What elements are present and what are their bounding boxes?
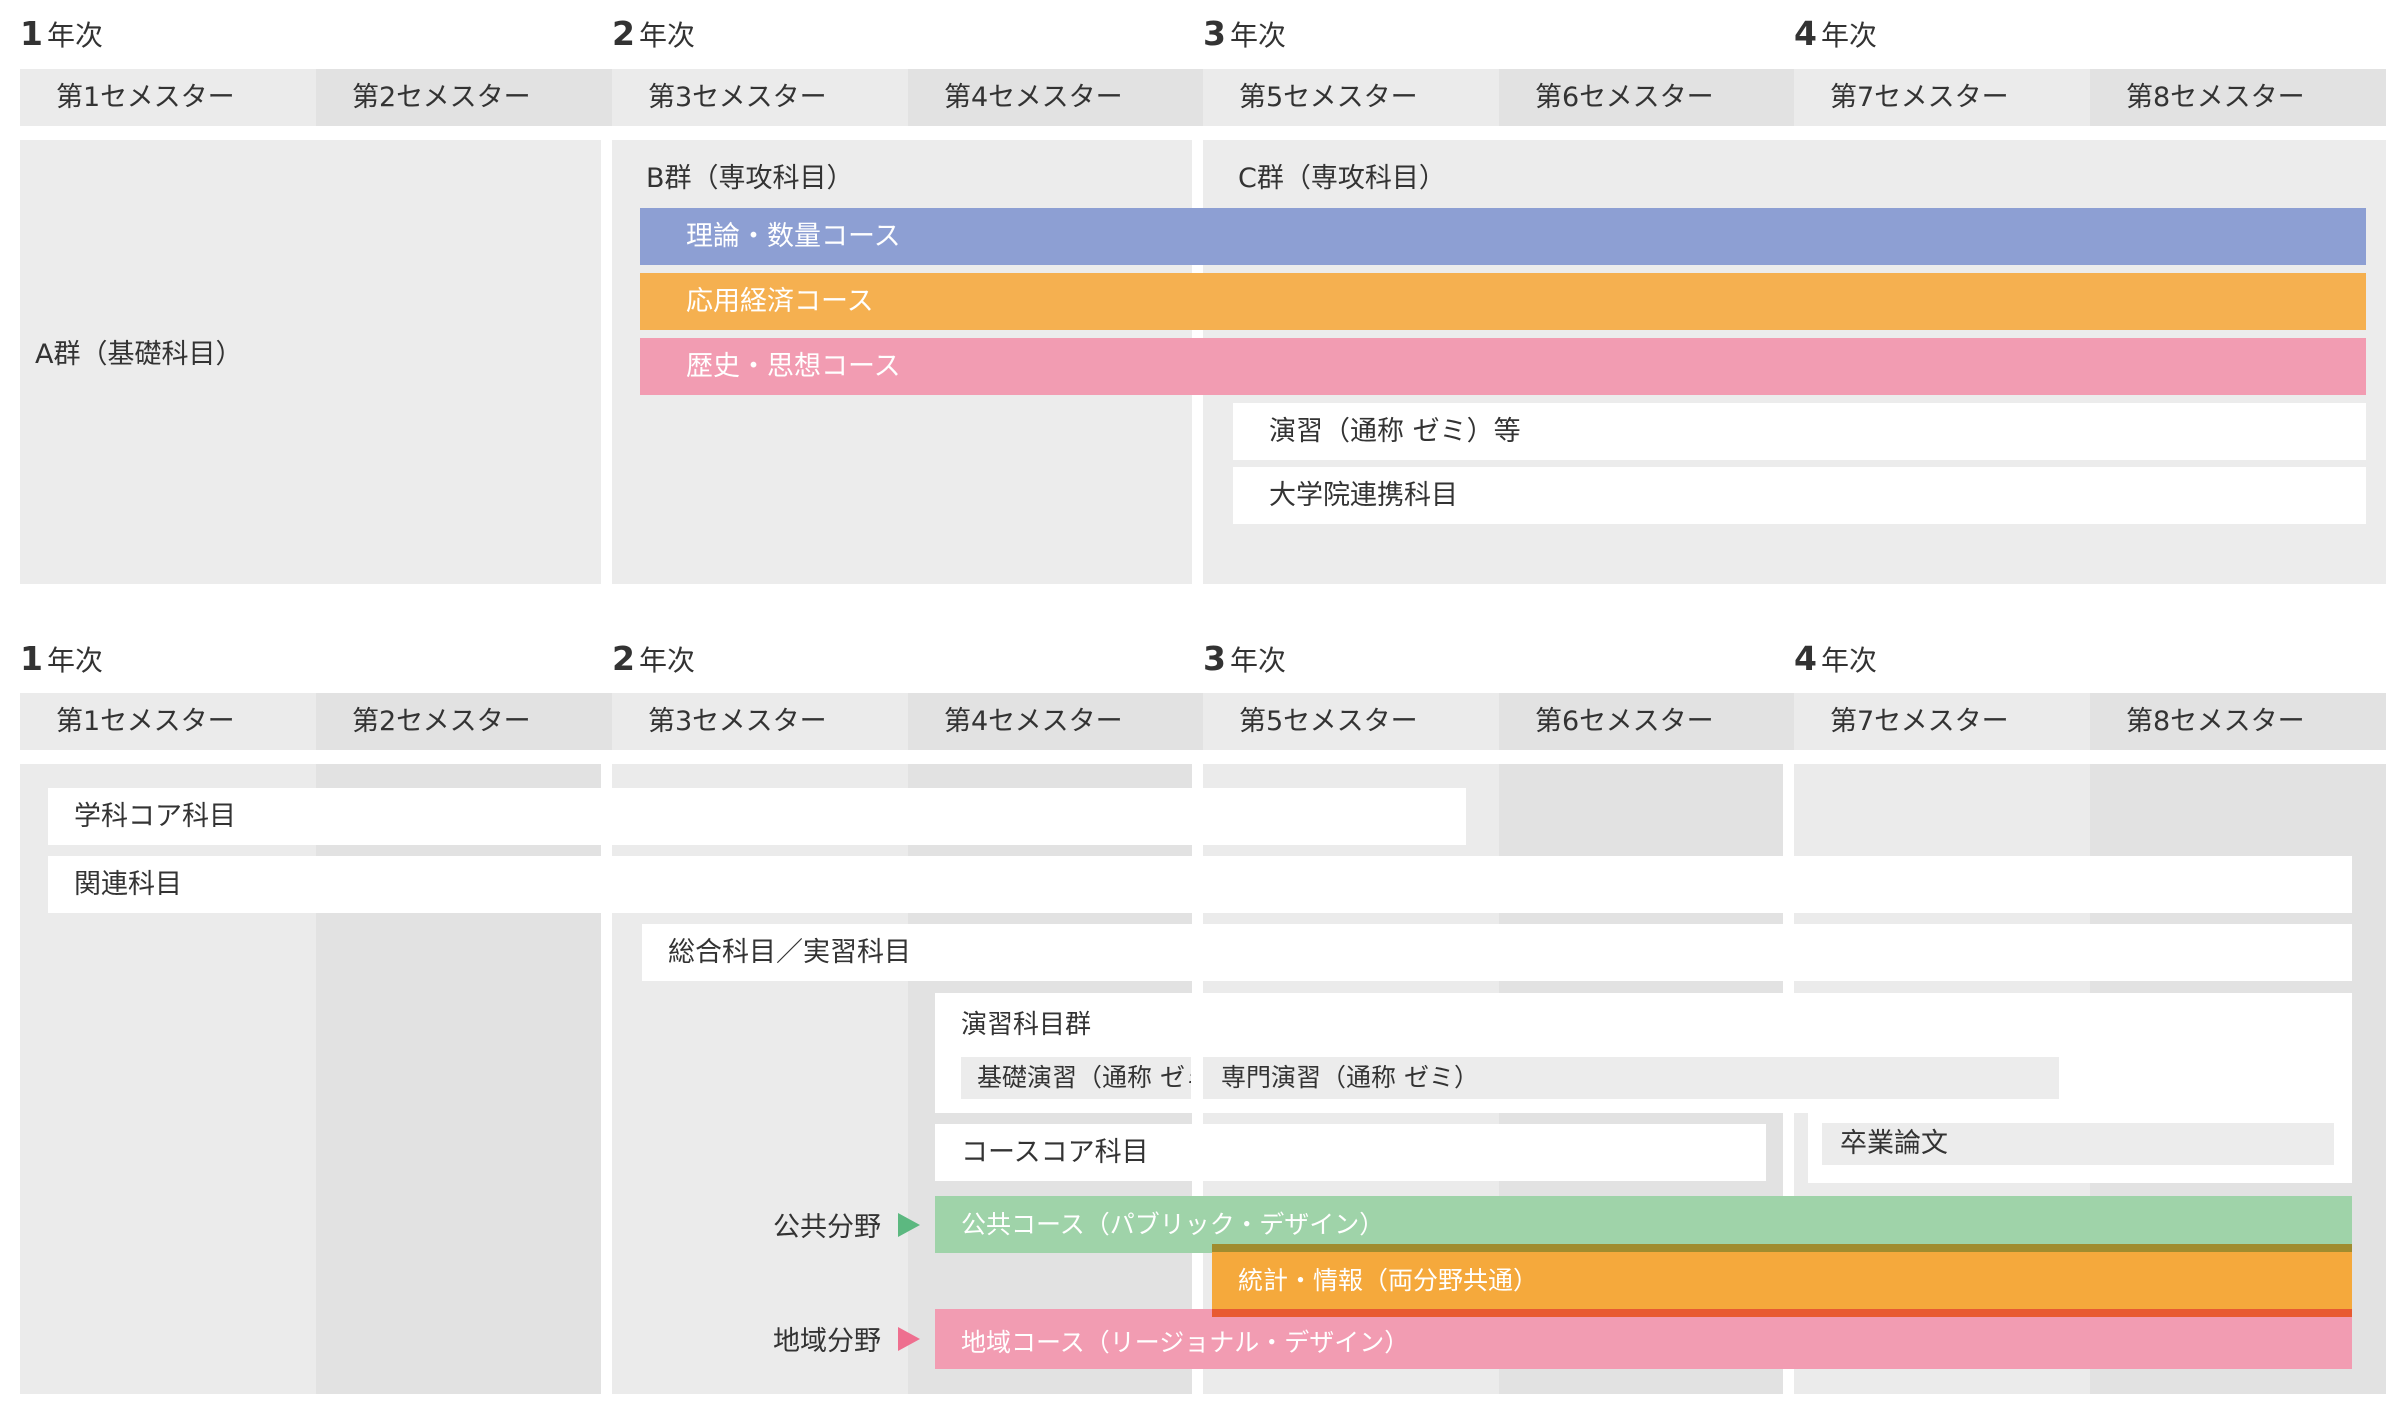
- seminar-group-label: 演習科目群: [961, 1010, 1092, 1040]
- regional-field-label: 地域分野: [773, 1326, 881, 1357]
- special-seminar-box: 専門演習（通称 ゼミ）: [1203, 1057, 2059, 1099]
- year-1-header-2: 1 年次: [20, 639, 103, 678]
- semester-6-header: 第6セメスター: [1499, 69, 1794, 126]
- thesis-box: 卒業論文: [1822, 1123, 2334, 1165]
- course-applied-bar: 応用経済コース: [640, 273, 2366, 330]
- semester-5-header-2: 第5セメスター: [1203, 693, 1499, 750]
- basic-seminar-box: 基礎演習（通称 ゼミ）: [961, 1057, 1191, 1099]
- semester-2-header-2: 第2セメスター: [316, 693, 612, 750]
- course-theory-bar: 理論・数量コース: [640, 208, 2366, 265]
- course-history-bar: 歴史・思想コース: [640, 338, 2366, 395]
- regional-arrow-icon: [898, 1327, 920, 1351]
- course-core-box: コースコア科目: [935, 1124, 1766, 1181]
- semester-3-header: 第3セメスター: [612, 69, 908, 126]
- year-1-header: 1 年次: [20, 14, 103, 53]
- seminar-box: 演習（通称 ゼミ）等: [1233, 403, 2366, 460]
- regional-course-bar: 地域コース（リージョナル・デザイン）: [935, 1317, 2352, 1369]
- public-field-label: 公共分野: [773, 1212, 881, 1243]
- year-3-header-2: 3 年次: [1203, 639, 1286, 678]
- semester-1-header-2: 第1セメスター: [20, 693, 316, 750]
- group-a-label: A群（基礎科目）: [35, 339, 243, 370]
- group-c-label: C群（専攻科目）: [1238, 163, 1446, 194]
- related-subjects-box: 関連科目: [48, 856, 2352, 913]
- semester-1-header: 第1セメスター: [20, 69, 316, 126]
- year-4-header-2: 4 年次: [1794, 639, 1877, 678]
- semester-4-header: 第4セメスター: [908, 69, 1203, 126]
- year-4-header: 4 年次: [1794, 14, 1877, 53]
- semester-2-header: 第2セメスター: [316, 69, 612, 126]
- public-arrow-icon: [898, 1213, 920, 1237]
- group-b-label: B群（専攻科目）: [646, 163, 854, 194]
- semester-7-header: 第7セメスター: [1794, 69, 2090, 126]
- semester-4-header-2: 第4セメスター: [908, 693, 1203, 750]
- stats-bottom-stripe: [1212, 1309, 2352, 1317]
- stats-top-stripe: [1212, 1244, 2352, 1252]
- year-2-header: 2 年次: [612, 14, 695, 53]
- stats-course-bar: 統計・情報（両分野共通）: [1212, 1252, 2352, 1309]
- semester-8-header-2: 第8セメスター: [2090, 693, 2386, 750]
- semester-6-header-2: 第6セメスター: [1499, 693, 1794, 750]
- semester-7-header-2: 第7セメスター: [1794, 693, 2090, 750]
- semester-5-header: 第5セメスター: [1203, 69, 1499, 126]
- core-subjects-box: 学科コア科目: [48, 788, 1466, 845]
- semester-8-header: 第8セメスター: [2090, 69, 2386, 126]
- graduate-box: 大学院連携科目: [1233, 467, 2366, 524]
- year-3-header: 3 年次: [1203, 14, 1286, 53]
- year-2-header-2: 2 年次: [612, 639, 695, 678]
- semester-3-header-2: 第3セメスター: [612, 693, 908, 750]
- general-subjects-box: 総合科目／実習科目: [642, 924, 2352, 981]
